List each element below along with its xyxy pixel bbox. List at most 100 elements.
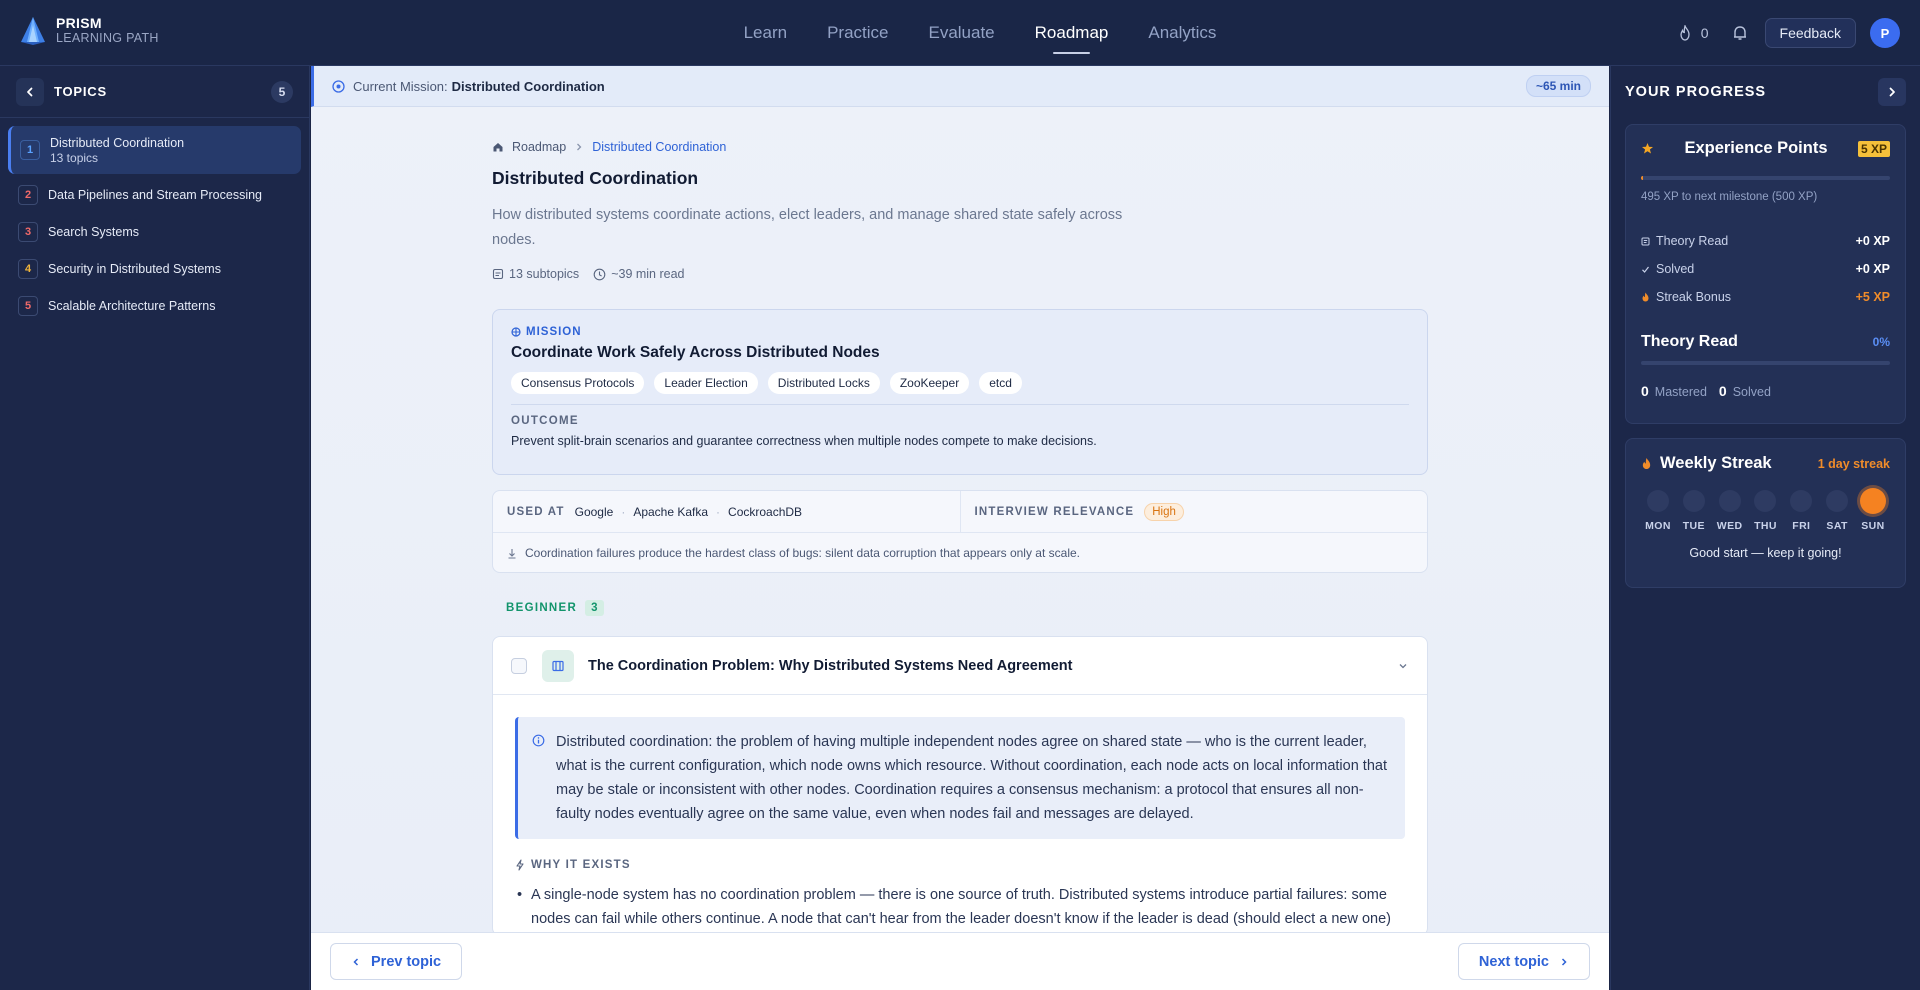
streak-day-wed: WED xyxy=(1715,490,1745,532)
flame-count-value: 0 xyxy=(1700,25,1709,41)
next-topic-button[interactable]: Next topic xyxy=(1457,943,1590,980)
why-bullet: A single-node system has no coordination… xyxy=(515,883,1405,931)
streak-day-label: SAT xyxy=(1826,520,1848,532)
outcome-text: Prevent split-brain scenarios and guaran… xyxy=(511,434,1097,448)
streak-counter[interactable]: 0 xyxy=(1677,25,1709,41)
sidebar-item-scalable-architecture[interactable]: 5 Scalable Architecture Patterns xyxy=(8,287,301,324)
streak-title: Weekly Streak xyxy=(1660,454,1772,472)
subtopic-card: The Coordination Problem: Why Distribute… xyxy=(492,636,1428,936)
company-google: Google xyxy=(574,504,614,519)
used-at-cell: USED AT Google · Apache Kafka · Cockroac… xyxy=(493,491,960,532)
streak-day-mon: MON xyxy=(1643,490,1673,532)
relevance-badge: High xyxy=(1144,502,1184,521)
nav-evaluate[interactable]: Evaluate xyxy=(928,0,994,66)
tag-zookeeper: ZooKeeper xyxy=(889,372,970,394)
streak-day-dot xyxy=(1647,490,1669,512)
xp-milestone-note: 495 XP to next milestone (500 XP) xyxy=(1641,191,1818,203)
theory-read-heading: Theory Read 0% xyxy=(1641,333,1890,351)
streak-day-dot xyxy=(1718,490,1741,512)
why-it-exists-heading: WHY IT EXISTS xyxy=(515,859,1405,871)
sidebar-item-data-pipelines[interactable]: 2 Data Pipelines and Stream Processing xyxy=(8,176,301,213)
bell-icon[interactable] xyxy=(1731,24,1749,42)
streak-day-label: FRI xyxy=(1792,520,1811,532)
nav-practice[interactable]: Practice xyxy=(827,0,888,66)
streak-day-dot xyxy=(1682,490,1705,512)
xp-row-solved: Solved +0 XP xyxy=(1641,255,1890,283)
clock-icon xyxy=(593,268,606,280)
page-title: Distributed Coordination xyxy=(492,168,699,188)
streak-day-sat: SAT xyxy=(1822,490,1852,532)
topic-label: Security in Distributed Systems xyxy=(48,261,221,276)
definition-text: Distributed coordination: the problem of… xyxy=(556,734,1387,822)
tag-leader-election: Leader Election xyxy=(654,372,758,394)
topic-meta: 13 subtopics ~39 min read xyxy=(492,267,1428,281)
mastery-stats: 0 Mastered 0 Solved xyxy=(1641,383,1890,399)
nav-roadmap[interactable]: Roadmap xyxy=(1035,0,1108,66)
target-icon xyxy=(332,79,345,93)
xp-row-label: Theory Read xyxy=(1656,234,1729,248)
mission-card: MISSION Coordinate Work Safely Across Di… xyxy=(492,309,1428,475)
xp-row-label: Solved xyxy=(1656,262,1695,276)
list-icon xyxy=(492,268,504,280)
mastered-label: Mastered xyxy=(1654,385,1707,399)
chevron-right-icon xyxy=(577,143,582,151)
topic-list: 1 Distributed Coordination 13 topics 2 D… xyxy=(0,118,309,332)
sidebar-header: TOPICS 5 xyxy=(0,66,309,118)
prev-topic-label: Prev topic xyxy=(371,953,442,970)
topic-number: 3 xyxy=(18,221,38,242)
avatar[interactable]: P xyxy=(1870,18,1900,48)
subtopics-count: 13 subtopics xyxy=(509,267,580,281)
sidebar-item-search-systems[interactable]: 3 Search Systems xyxy=(8,213,301,250)
streak-message: Good start — keep it going! xyxy=(1689,546,1842,560)
mission-title: Coordinate Work Safely Across Distribute… xyxy=(511,344,880,361)
main-content: Current Mission: Distributed Coordinatio… xyxy=(311,66,1609,990)
streak-day-dot xyxy=(1790,490,1813,512)
chevron-down-icon[interactable] xyxy=(1397,660,1409,672)
mission-kicker: MISSION xyxy=(511,326,1409,338)
topic-number: 2 xyxy=(18,184,38,205)
sidebar-item-distributed-coordination[interactable]: 1 Distributed Coordination 13 topics xyxy=(8,126,301,174)
nav-learn[interactable]: Learn xyxy=(744,0,787,66)
mission-time-badge: ~65 min xyxy=(1525,75,1591,97)
warning-note: Coordination failures produce the hardes… xyxy=(493,533,1427,573)
streak-day-dot xyxy=(1859,488,1886,514)
topic-label: Search Systems xyxy=(48,224,140,239)
subtopic-header[interactable]: The Coordination Problem: Why Distribute… xyxy=(493,637,1427,695)
xp-progress-bar xyxy=(1641,176,1890,180)
xp-row-value: +0 XP xyxy=(1855,262,1890,276)
theory-read-progress-bar xyxy=(1641,361,1890,365)
crosshair-icon xyxy=(511,327,521,337)
chevron-left-icon xyxy=(27,87,33,96)
read-time: ~39 min read xyxy=(611,267,685,281)
level-count-badge: 3 xyxy=(585,600,604,616)
topic-number: 4 xyxy=(18,258,38,279)
feedback-button[interactable]: Feedback xyxy=(1764,18,1856,48)
streak-day-fri: FRI xyxy=(1786,490,1816,532)
document-icon xyxy=(1641,237,1650,245)
streak-day-tue: TUE xyxy=(1679,490,1709,532)
breadcrumb-roadmap[interactable]: Roadmap xyxy=(512,140,566,154)
star-icon xyxy=(1642,143,1653,154)
weekly-streak-card: Weekly Streak 1 day streak MON TUE WED THU F… xyxy=(1625,438,1906,588)
solved-label: Solved xyxy=(1732,385,1771,399)
subtopic-complete-checkbox[interactable] xyxy=(511,657,527,674)
solved-count: 0 xyxy=(1718,383,1727,399)
topic-number: 5 xyxy=(18,295,38,316)
sidebar-item-security[interactable]: 4 Security in Distributed Systems xyxy=(8,250,301,287)
topic-footer: Prev topic Next topic xyxy=(311,932,1609,990)
top-navbar: PRISM LEARNING PATH Learn Practice Evalu… xyxy=(0,0,1920,66)
nav-analytics[interactable]: Analytics xyxy=(1148,0,1216,66)
xp-row-value: +0 XP xyxy=(1855,234,1890,248)
prev-topic-button[interactable]: Prev topic xyxy=(330,943,463,980)
divider xyxy=(511,404,1409,405)
lightning-icon xyxy=(516,859,524,871)
collapse-sidebar-button[interactable] xyxy=(16,77,44,106)
collapse-progress-button[interactable] xyxy=(1878,78,1906,106)
tag-consensus-protocols: Consensus Protocols xyxy=(511,372,645,394)
breadcrumb: Roadmap Distributed Coordination xyxy=(492,140,1428,154)
topic-label: Scalable Architecture Patterns xyxy=(48,298,216,313)
subtopic-title: The Coordination Problem: Why Distribute… xyxy=(588,657,1073,674)
flame-icon xyxy=(1642,292,1649,302)
progress-title: YOUR PROGRESS xyxy=(1625,84,1767,100)
book-icon xyxy=(552,660,564,671)
